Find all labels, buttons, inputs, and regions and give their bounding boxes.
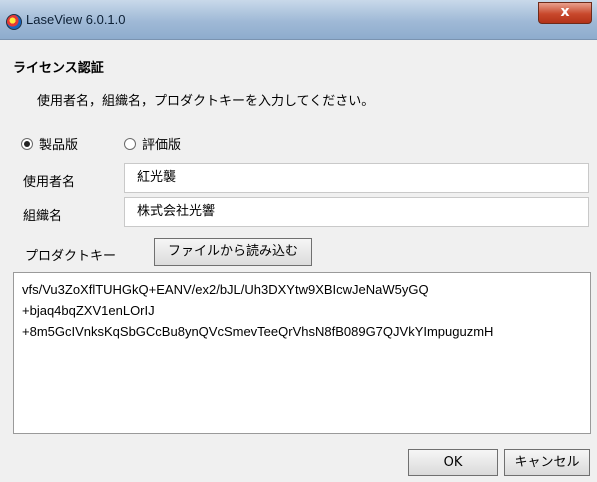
app-icon — [6, 14, 22, 30]
user-name-label: 使用者名 — [23, 175, 76, 190]
close-button[interactable]: x — [538, 2, 592, 24]
product-key-line: +bjaq4bqZXV1enLOrIJ — [22, 303, 155, 318]
product-key-textarea[interactable]: vfs/Vu3ZoXflTUHGkQ+EANV/ex2/bJL/Uh3DXYtw… — [13, 272, 591, 434]
organization-label: 組織名 — [23, 209, 63, 224]
radio-label-product[interactable]: 製品版 — [39, 134, 78, 153]
organization-field[interactable]: 株式会社光響 — [124, 197, 589, 227]
close-icon[interactable]: x — [560, 4, 569, 20]
product-key-label: プロダクトキー — [25, 249, 117, 264]
radio-product-edition[interactable]: 製品版 — [21, 134, 78, 153]
product-key-line: vfs/Vu3ZoXflTUHGkQ+EANV/ex2/bJL/Uh3DXYtw… — [22, 282, 429, 297]
cancel-button[interactable]: キャンセル — [504, 449, 590, 476]
radio-label-evaluation[interactable]: 評価版 — [142, 134, 181, 153]
dialog-heading: ライセンス認証 — [13, 61, 104, 76]
radio-button-checked[interactable] — [21, 137, 33, 150]
ok-button[interactable]: OK — [408, 449, 498, 476]
radio-button-unchecked[interactable] — [124, 137, 136, 150]
product-key-line: +8m5GcIVnksKqSbGCcBu8ynQVcSmevTeeQrVhsN8… — [22, 324, 494, 339]
load-from-file-button[interactable]: ファイルから読み込む — [154, 238, 312, 266]
user-name-field[interactable]: 紅光襲 — [124, 163, 589, 193]
radio-evaluation-edition[interactable]: 評価版 — [124, 134, 181, 153]
dialog-instruction: 使用者名，組織名，プロダクトキーを入力してください。 — [37, 94, 375, 109]
window-title: LaseView 6.0.1.0 — [26, 12, 126, 27]
title-bar: LaseView 6.0.1.0 x — [0, 0, 597, 40]
